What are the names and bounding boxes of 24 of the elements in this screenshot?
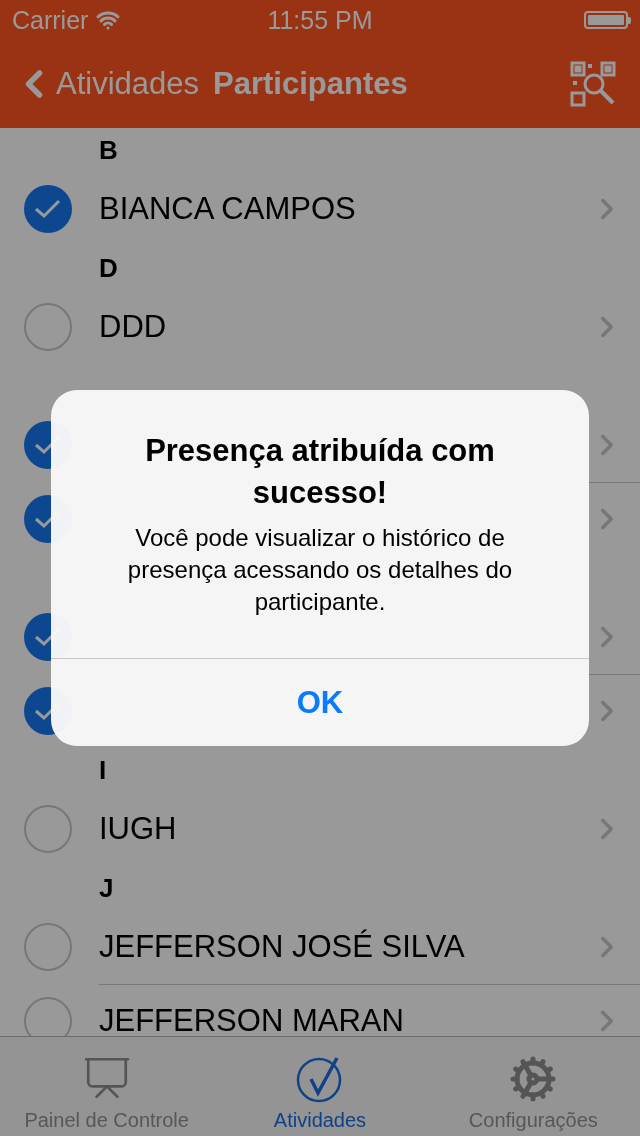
section-letter: I xyxy=(99,754,107,786)
participant-name[interactable]: JEFFERSON JOSÉ SILVA xyxy=(99,929,465,964)
screen-title: Participantes xyxy=(213,66,408,102)
attendance-checkbox[interactable] xyxy=(24,185,72,233)
section-letter: J xyxy=(99,872,114,904)
section-letter: D xyxy=(99,252,118,284)
participant-name[interactable]: BIANCA CAMPOS xyxy=(99,191,356,226)
ok-button[interactable]: OK xyxy=(51,658,589,746)
carrier-label: Carrier xyxy=(12,5,89,35)
attendance-checkbox[interactable] xyxy=(24,303,72,351)
qr-search-icon[interactable] xyxy=(570,61,616,107)
clock-time: 11:55 PM xyxy=(267,5,373,35)
alert-title: Presença atribuída com sucesso! xyxy=(144,432,496,512)
attendance-checkbox[interactable] xyxy=(24,923,72,971)
participant-name[interactable]: IUGH xyxy=(99,811,177,846)
check-circle-icon xyxy=(296,1055,344,1103)
participant-name[interactable]: JEFFERSON MARAN xyxy=(99,1003,404,1036)
alert-message: Você pode visualizar o histórico de presença acessando os detalhes do participante. xyxy=(126,523,514,617)
section-letter: B xyxy=(99,134,118,166)
participant-name[interactable]: DDD xyxy=(99,309,167,344)
attendance-checkbox[interactable] xyxy=(24,997,72,1036)
battery-icon xyxy=(584,11,628,29)
gear-icon xyxy=(509,1055,558,1103)
attendance-checkbox[interactable] xyxy=(24,805,72,853)
